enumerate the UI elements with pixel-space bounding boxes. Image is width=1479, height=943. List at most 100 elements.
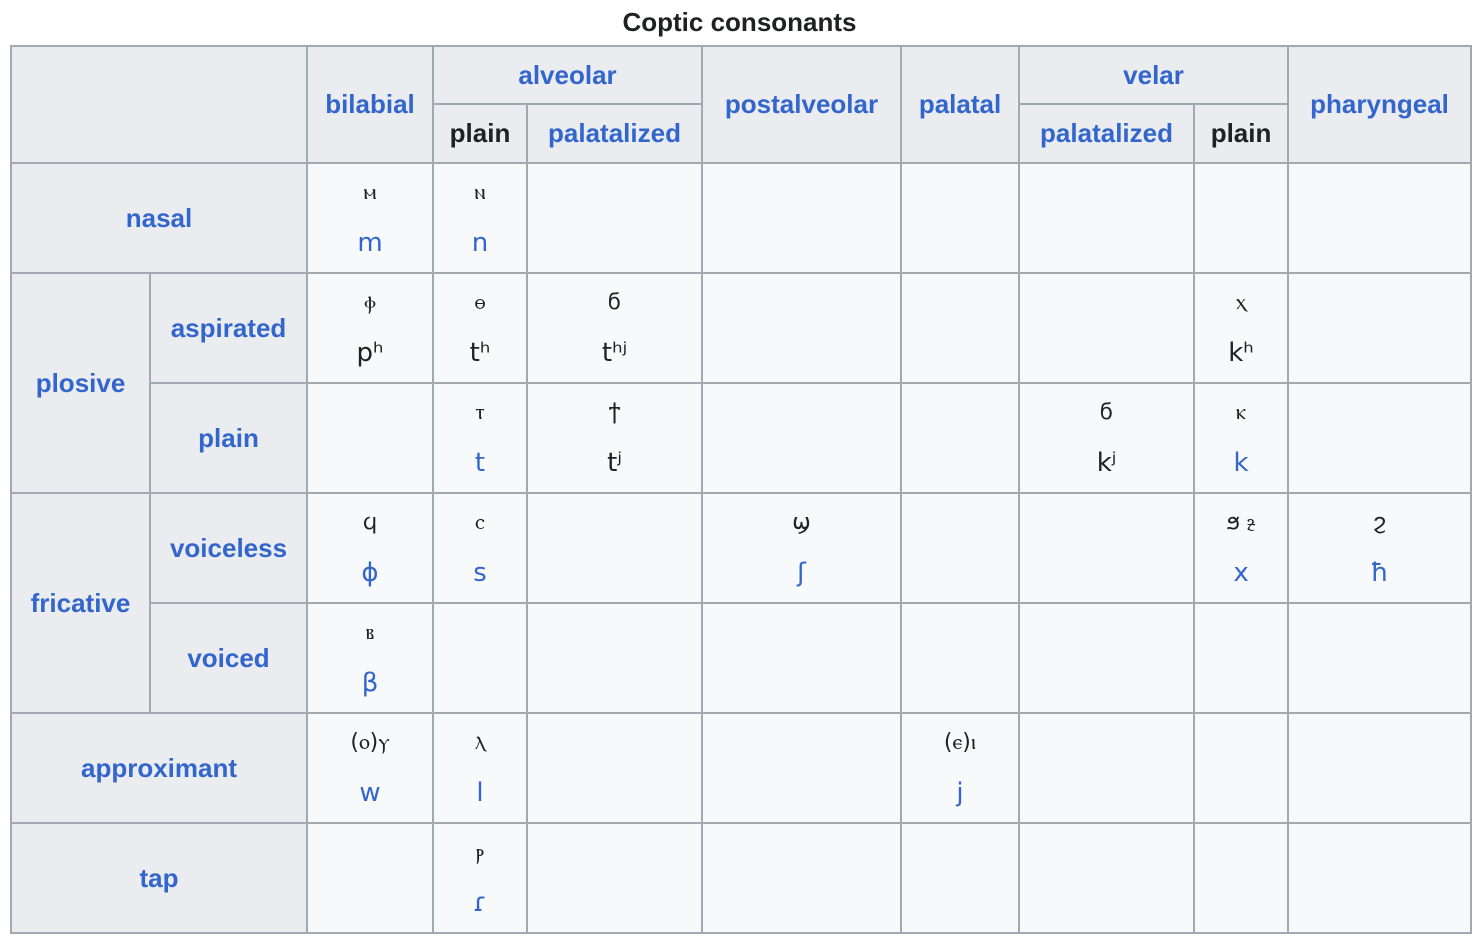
col-header-postalveolar[interactable]: postalveolar bbox=[701, 45, 903, 164]
ipa-link[interactable]: w bbox=[308, 768, 432, 818]
row-header-tap[interactable]: tap bbox=[10, 822, 308, 934]
coptic-letter: ⲙ bbox=[363, 180, 377, 205]
phoneme-cell: ϯ tʲ bbox=[525, 382, 704, 494]
row-header-voiced[interactable]: voiced bbox=[149, 602, 308, 714]
header-row-1: bilabial alveolar postalveolar palatal v… bbox=[10, 45, 1473, 164]
ipa-link[interactable]: ɾ bbox=[434, 878, 526, 928]
row-approximant: approximant (ⲟ)ⲩ w ⲗl (ⲉ)ⲓ j bbox=[10, 712, 1473, 824]
phoneme-cell: ⲣɾ bbox=[432, 822, 528, 934]
row-header-voiceless[interactable]: voiceless bbox=[149, 492, 308, 604]
empty-cell bbox=[1287, 382, 1473, 494]
ipa-link[interactable]: ʃ bbox=[703, 548, 900, 598]
ipa-link[interactable]: m bbox=[308, 218, 432, 268]
ipa-link[interactable]: l bbox=[434, 768, 526, 818]
phoneme-cell: ϩħ bbox=[1287, 492, 1473, 604]
coptic-letter: ⲕ bbox=[1236, 400, 1247, 425]
col-header-alveolar[interactable]: alveolar bbox=[431, 45, 704, 105]
col-header-velar-plain: plain bbox=[1193, 103, 1290, 164]
ipa-link[interactable]: j bbox=[902, 768, 1018, 818]
empty-cell bbox=[1287, 162, 1473, 274]
row-header-fricative[interactable]: fricative bbox=[10, 492, 151, 714]
empty-cell bbox=[1287, 272, 1473, 384]
coptic-letter: ⲑ bbox=[474, 290, 486, 315]
row-fricative-voiceless: fricative voiceless ϥɸ ⲥs ϣʃ ϧ ⳉ x ϩħ bbox=[10, 492, 1473, 714]
ipa-link[interactable]: x bbox=[1195, 548, 1287, 598]
ipa-link[interactable]: ħ bbox=[1289, 548, 1470, 598]
phoneme-cell: ϧ ⳉ x bbox=[1193, 492, 1290, 604]
phoneme-cell: ϭ tʰʲ bbox=[525, 272, 704, 384]
empty-cell bbox=[306, 382, 434, 494]
coptic-letter: ϣ bbox=[792, 510, 811, 535]
empty-cell bbox=[1018, 272, 1196, 384]
col-header-alveolar-palatalized[interactable]: palatalized bbox=[525, 103, 704, 164]
row-header-aspirated[interactable]: aspirated bbox=[149, 272, 308, 384]
phoneme-cell: ⲑ tʰ bbox=[432, 272, 528, 384]
row-plosive-plain: plain ⲧt ϯ tʲ ϭ kʲ ⲕk bbox=[11, 382, 1473, 494]
row-header-plain[interactable]: plain bbox=[149, 382, 308, 494]
col-header-velar-palatalized[interactable]: palatalized bbox=[1018, 103, 1196, 164]
empty-cell bbox=[525, 712, 704, 824]
empty-cell bbox=[1193, 602, 1290, 714]
empty-cell bbox=[1018, 492, 1196, 604]
empty-cell bbox=[525, 822, 704, 934]
ipa-symbol: kʲ bbox=[1096, 448, 1117, 478]
coptic-letter: ϥ bbox=[362, 510, 378, 535]
ipa-symbol: tʰ bbox=[469, 338, 491, 368]
phoneme-cell: ⲧt bbox=[432, 382, 528, 494]
coptic-letter: (ⲟ)ⲩ bbox=[350, 730, 390, 755]
row-header-plosive[interactable]: plosive bbox=[10, 272, 151, 494]
empty-cell bbox=[701, 162, 903, 274]
ipa-link[interactable]: ɸ bbox=[308, 548, 432, 598]
phoneme-cell: ⲕk bbox=[1193, 382, 1290, 494]
phoneme-cell: (ⲉ)ⲓ j bbox=[900, 712, 1021, 824]
empty-cell bbox=[432, 602, 528, 714]
col-header-pharyngeal[interactable]: pharyngeal bbox=[1287, 45, 1473, 164]
phoneme-cell: ⲫ pʰ bbox=[306, 272, 434, 384]
coptic-letter: ⲃ bbox=[365, 620, 375, 645]
coptic-letter: ⲛ bbox=[474, 180, 486, 205]
empty-cell bbox=[1193, 162, 1290, 274]
row-tap: tap ⲣɾ bbox=[10, 822, 1473, 934]
empty-cell bbox=[900, 492, 1021, 604]
coptic-letter: ϭ bbox=[1099, 400, 1114, 425]
ipa-symbol: tʲ bbox=[607, 448, 622, 478]
phoneme-cell: ϥɸ bbox=[306, 492, 434, 604]
empty-cell bbox=[525, 162, 704, 274]
empty-cell bbox=[1287, 602, 1473, 714]
empty-cell bbox=[900, 162, 1021, 274]
empty-cell bbox=[525, 492, 704, 604]
col-header-bilabial[interactable]: bilabial bbox=[306, 45, 434, 164]
corner-header bbox=[10, 45, 308, 164]
ipa-link[interactable]: s bbox=[434, 548, 526, 598]
empty-cell bbox=[1287, 822, 1473, 934]
coptic-letter: ⲥ bbox=[475, 510, 485, 535]
empty-cell bbox=[1193, 822, 1290, 934]
ipa-link[interactable]: n bbox=[434, 218, 526, 268]
ipa-link[interactable]: k bbox=[1195, 438, 1287, 488]
coptic-letter: (ⲉ)ⲓ bbox=[943, 730, 977, 755]
col-header-velar[interactable]: velar bbox=[1018, 45, 1290, 105]
col-header-alveolar-plain: plain bbox=[432, 103, 528, 164]
empty-cell bbox=[1018, 712, 1196, 824]
empty-cell bbox=[1287, 712, 1473, 824]
coptic-letter: ⲫ bbox=[364, 290, 376, 315]
phoneme-cell: ⲥs bbox=[432, 492, 528, 604]
empty-cell bbox=[701, 712, 903, 824]
col-header-palatal[interactable]: palatal bbox=[900, 45, 1021, 164]
table-title: Coptic consonants bbox=[622, 7, 857, 37]
ipa-link[interactable]: t bbox=[434, 438, 526, 488]
row-header-nasal[interactable]: nasal bbox=[10, 162, 308, 274]
empty-cell bbox=[900, 382, 1021, 494]
row-header-approximant[interactable]: approximant bbox=[10, 712, 308, 824]
ipa-link[interactable]: β bbox=[308, 658, 432, 708]
phoneme-cell: ϭ kʲ bbox=[1018, 382, 1196, 494]
ipa-symbol: kʰ bbox=[1228, 338, 1254, 368]
coptic-letter: ⲣ bbox=[475, 840, 485, 865]
empty-cell bbox=[1018, 602, 1196, 714]
empty-cell bbox=[525, 602, 704, 714]
empty-cell bbox=[701, 382, 903, 494]
empty-cell bbox=[701, 822, 903, 934]
coptic-letter: ϯ bbox=[608, 400, 621, 425]
coptic-letter: ⲭ bbox=[1235, 290, 1247, 315]
coptic-letter: ⲗ bbox=[474, 730, 486, 755]
